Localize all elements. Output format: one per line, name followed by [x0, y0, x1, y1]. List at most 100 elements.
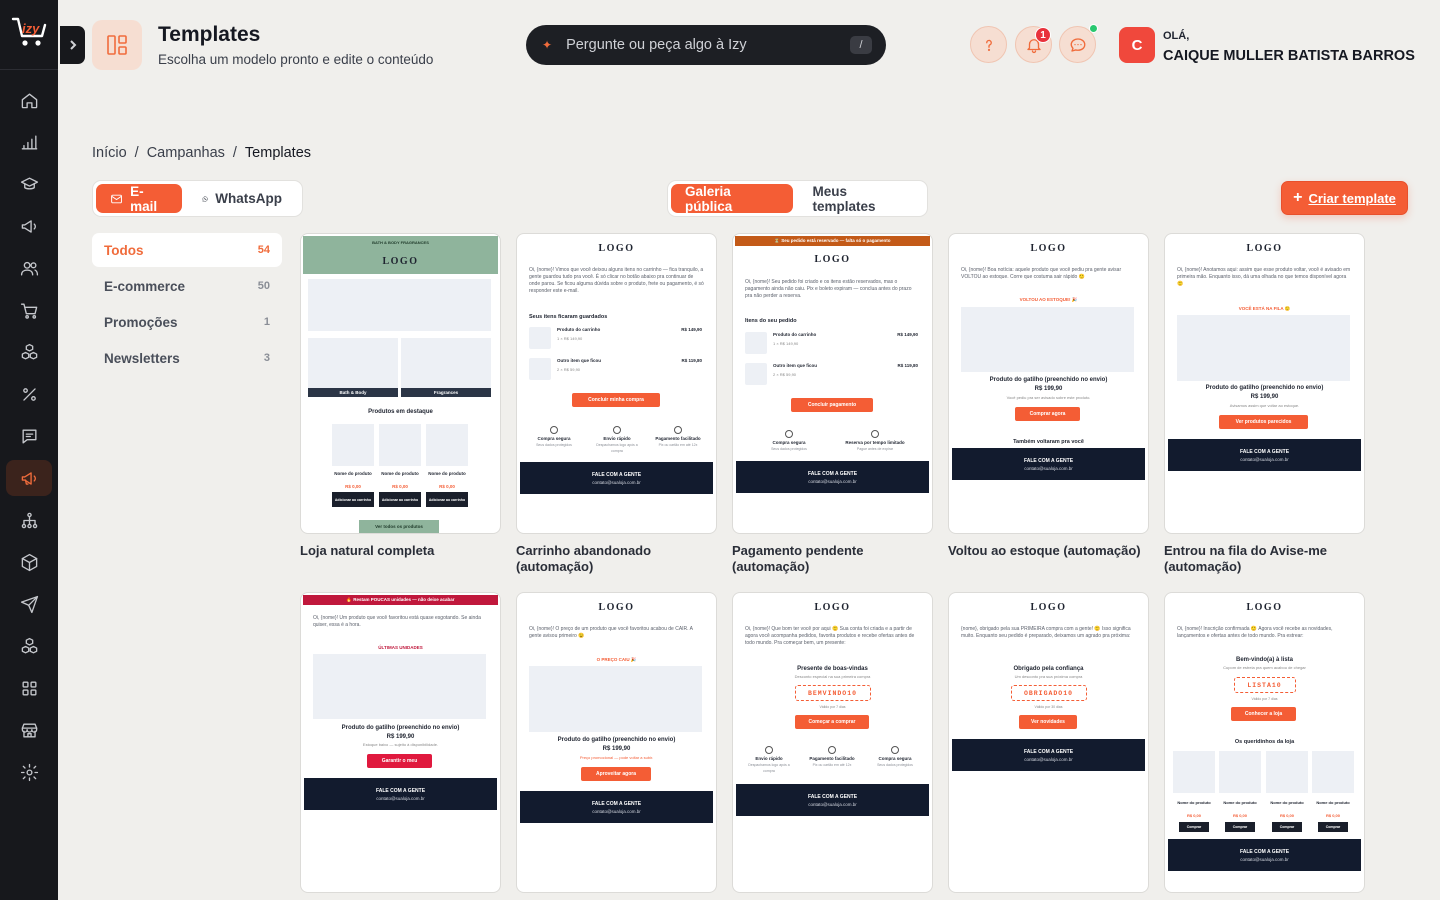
mini-item-value: R$ 119,80 — [897, 363, 918, 368]
template-name: Voltou ao estoque (automação) — [948, 543, 1141, 558]
boxes-alt-icon[interactable] — [6, 628, 52, 664]
help-button[interactable] — [970, 26, 1007, 63]
sparkle-icon: ✦ — [542, 38, 553, 52]
mini-feature-sub: Seus dados protegidos — [771, 447, 807, 451]
mini-feature-sub: Pix ou cartão em até 12x — [812, 763, 852, 767]
graduation-cap-icon[interactable] — [6, 166, 52, 202]
bar-chart-icon[interactable] — [6, 124, 52, 160]
megaphone-icon[interactable] — [6, 208, 52, 244]
mini-footer: FALE COM A GENTE contato@sualoja.com.br — [520, 791, 713, 823]
percent-icon[interactable] — [6, 376, 52, 412]
create-template-label: Criar template — [1308, 190, 1396, 206]
mini-text: Oi, {nome}! Um produto que você favorito… — [313, 615, 481, 628]
mini-cta: Conhecer a loja — [1231, 707, 1296, 721]
tab-meus-templates[interactable]: Meus templates — [799, 184, 924, 214]
mini-section-title: Produtos em destaque — [368, 409, 433, 415]
mini-product-image — [379, 424, 421, 466]
mini-section-title: Obrigado pela confiança — [1013, 666, 1084, 672]
category-todos[interactable]: Todos 54 — [92, 233, 282, 267]
template-card-primeira-compra[interactable]: LOGO {nome}, obrigado pela sua PRIMEIRA … — [948, 592, 1149, 893]
avatar[interactable]: C — [1119, 27, 1155, 63]
send-icon[interactable] — [6, 586, 52, 622]
mini-add-button: Adicionar ao carrinho — [426, 492, 468, 507]
template-card-ultimas-unidades[interactable]: 🔥 Restam POUCAS unidades — não deixe aca… — [300, 592, 501, 893]
boxes-icon[interactable] — [6, 334, 52, 370]
campaigns-icon[interactable] — [6, 460, 52, 496]
ask-izy-bar[interactable]: ✦ / — [526, 25, 886, 65]
template-card-loja-natural[interactable]: BATH & BODY FRAGRANCES LOGO Bath & Body … — [300, 233, 501, 534]
tab-email[interactable]: E-mail — [96, 184, 182, 214]
mini-tag: O PREÇO CAIU 🎉 — [596, 657, 637, 662]
hierarchy-icon[interactable] — [6, 502, 52, 538]
template-card-carrinho-abandonado[interactable]: LOGO Oi, {nome}! Vimos que você deixou a… — [516, 233, 717, 534]
mini-logo: LOGO — [1246, 243, 1283, 254]
package-icon[interactable] — [6, 544, 52, 580]
tab-whatsapp[interactable]: WhatsApp — [188, 184, 296, 213]
category-promocoes[interactable]: Promoções 1 — [92, 305, 282, 339]
mini-footer-email: contato@sualoja.com.br — [1240, 457, 1289, 462]
store-icon[interactable] — [6, 712, 52, 748]
mini-buy-button: Comprar — [1225, 822, 1255, 832]
mini-cta: Ver produtos parecidos — [1219, 415, 1308, 429]
breadcrumb-separator: / — [134, 145, 139, 161]
mini-feature: Pagamento facilitado Pix ou cartão em até… — [805, 746, 859, 768]
home-icon[interactable] — [6, 82, 52, 118]
plus-icon: + — [1293, 189, 1303, 206]
mini-footer-title: FALE COM A GENTE — [1239, 849, 1290, 855]
mini-feature: Envio rápido Despachamos logo após a comp… — [592, 426, 642, 454]
mini-text: Oi, {nome}! Que bom ter você por aqui 🙂 … — [745, 626, 915, 646]
mini-footer-title: FALE COM A GENTE — [1239, 449, 1290, 455]
mini-item-value: R$ 119,80 — [681, 358, 702, 363]
template-card-avise-me[interactable]: LOGO Oi, {nome}! Anotamos aqui: assim qu… — [1164, 233, 1365, 534]
mini-footer: FALE COM A GENTE contato@sualoja.com.br — [736, 784, 929, 816]
mini-section-title: Também voltaram pra você — [1013, 439, 1084, 445]
mini-section-title: Seus itens ficaram guardados — [529, 314, 608, 320]
mini-section-title: Itens do seu pedido — [745, 318, 797, 324]
sidebar-toggle-button[interactable] — [60, 26, 85, 64]
mini-qty: 2 × R$ 59,90 — [773, 372, 797, 377]
mini-note: Um desconto pra sua próxima compra — [1014, 674, 1083, 679]
page-title: Templates — [158, 23, 261, 46]
category-label: Newsletters — [104, 350, 180, 366]
mini-footer-title: FALE COM A GENTE — [1023, 458, 1074, 464]
tab-galeria-publica[interactable]: Galeria pública — [671, 184, 793, 214]
mini-price: R$ 0,00 — [439, 484, 455, 489]
message-square-icon[interactable] — [6, 418, 52, 454]
mini-product-image — [426, 424, 468, 466]
users-icon[interactable] — [6, 250, 52, 286]
template-card-preco-caiu[interactable]: LOGO Oi, {nome}! O preço de um produto q… — [516, 592, 717, 893]
mini-logo: LOGO — [382, 256, 419, 267]
mini-feature-sub: Pix ou cartão em até 12x — [658, 443, 698, 447]
mini-logo: LOGO — [814, 602, 851, 613]
create-template-button[interactable]: + Criar template — [1281, 181, 1408, 215]
tab-whatsapp-label: WhatsApp — [215, 191, 282, 206]
template-card-newsletter[interactable]: LOGO Oi, {nome}! Inscrição confirmada 🙂 … — [1164, 592, 1365, 893]
mini-product-name: Produto do gatilho (preenchido no envio) — [1205, 385, 1324, 391]
mini-product-name: Produto do gatilho (preenchido no envio) — [989, 377, 1108, 383]
mini-feature-sub: Despachamos logo após a compra — [596, 443, 638, 453]
template-card-voltou-estoque[interactable]: LOGO Oi, {nome}! Boa notícia: aquele pro… — [948, 233, 1149, 534]
grid-icon[interactable] — [6, 670, 52, 706]
izy-logo[interactable]: izy — [10, 12, 50, 52]
mini-price: R$ 199,90 — [1034, 386, 1063, 392]
layout-icon — [107, 35, 127, 55]
mini-footer-email: contato@sualoja.com.br — [1024, 757, 1073, 762]
page-icon-tile — [92, 20, 142, 70]
mini-qty: 1 × R$ 149,90 — [773, 341, 799, 346]
settings-icon[interactable] — [6, 754, 52, 790]
mini-hero-image — [308, 279, 491, 331]
user-name[interactable]: CAIQUE MULLER BATISTA BARROS — [1163, 48, 1415, 64]
mini-cat-label: Bath & Body — [308, 388, 398, 397]
shopping-cart-icon[interactable] — [6, 292, 52, 328]
mini-feature-sub: Despachamos logo após a compra — [748, 763, 790, 773]
category-newsletters[interactable]: Newsletters 3 — [92, 341, 282, 375]
breadcrumb-campanhas[interactable]: Campanhas — [147, 145, 225, 161]
breadcrumb-inicio[interactable]: Início — [92, 145, 127, 161]
mini-logo: LOGO — [1030, 602, 1067, 613]
template-card-boas-vindas[interactable]: LOGO Oi, {nome}! Que bom ter você por aq… — [732, 592, 933, 893]
template-card-pagamento-pendente[interactable]: ⏳ Seu pedido está reservado — falta só o… — [732, 233, 933, 534]
mini-footer-email: contato@sualoja.com.br — [1024, 466, 1073, 471]
ask-izy-input[interactable] — [566, 37, 850, 53]
category-ecommerce[interactable]: E-commerce 50 — [92, 269, 282, 303]
mini-cat-label: Fragrances — [401, 388, 491, 397]
